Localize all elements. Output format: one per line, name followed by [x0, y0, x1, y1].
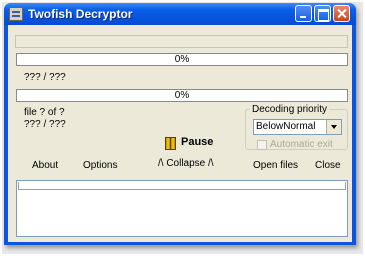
auto-exit-label: Automatic exit — [270, 139, 333, 150]
total-bytes-count: ??? / ??? — [24, 119, 66, 130]
chevron-down-icon[interactable] — [326, 120, 341, 134]
log-list[interactable] — [16, 180, 348, 237]
open-files-button[interactable]: Open files — [253, 160, 298, 171]
total-progress-label: 0% — [174, 90, 190, 101]
priority-selected-value: BelowNormal — [256, 121, 316, 132]
close-window-button[interactable] — [333, 5, 350, 22]
app-icon[interactable] — [9, 7, 23, 21]
priority-legend: Decoding priority — [250, 104, 330, 115]
window-title: Twofish Decryptor — [28, 7, 133, 21]
collapse-button[interactable]: /\ Collapse /\ — [158, 158, 214, 169]
main-window: Twofish Decryptor 0% ??? / ??? 0% file ?… — [4, 3, 356, 245]
total-progress-bar: 0% — [16, 89, 348, 102]
file-progress-label: 0% — [174, 54, 190, 65]
priority-select[interactable]: BelowNormal — [253, 119, 342, 135]
file-index-label: file ? of ? — [24, 107, 65, 118]
auto-exit-checkbox[interactable] — [257, 140, 267, 150]
status-strip — [15, 35, 348, 48]
title-bar[interactable]: Twofish Decryptor — [4, 3, 356, 25]
file-bytes-count: ??? / ??? — [24, 72, 66, 83]
pause-icon — [165, 137, 176, 150]
about-button[interactable]: About — [32, 160, 58, 171]
pause-label: Pause — [181, 136, 214, 148]
minimize-button[interactable] — [295, 5, 312, 22]
client-area: 0% ??? / ??? 0% file ? of ? ??? / ??? De… — [8, 25, 352, 242]
options-button[interactable]: Options — [83, 160, 117, 171]
maximize-button[interactable] — [314, 5, 331, 22]
file-progress-bar: 0% — [16, 53, 348, 66]
log-header — [18, 182, 346, 190]
close-button[interactable]: Close — [315, 160, 341, 171]
